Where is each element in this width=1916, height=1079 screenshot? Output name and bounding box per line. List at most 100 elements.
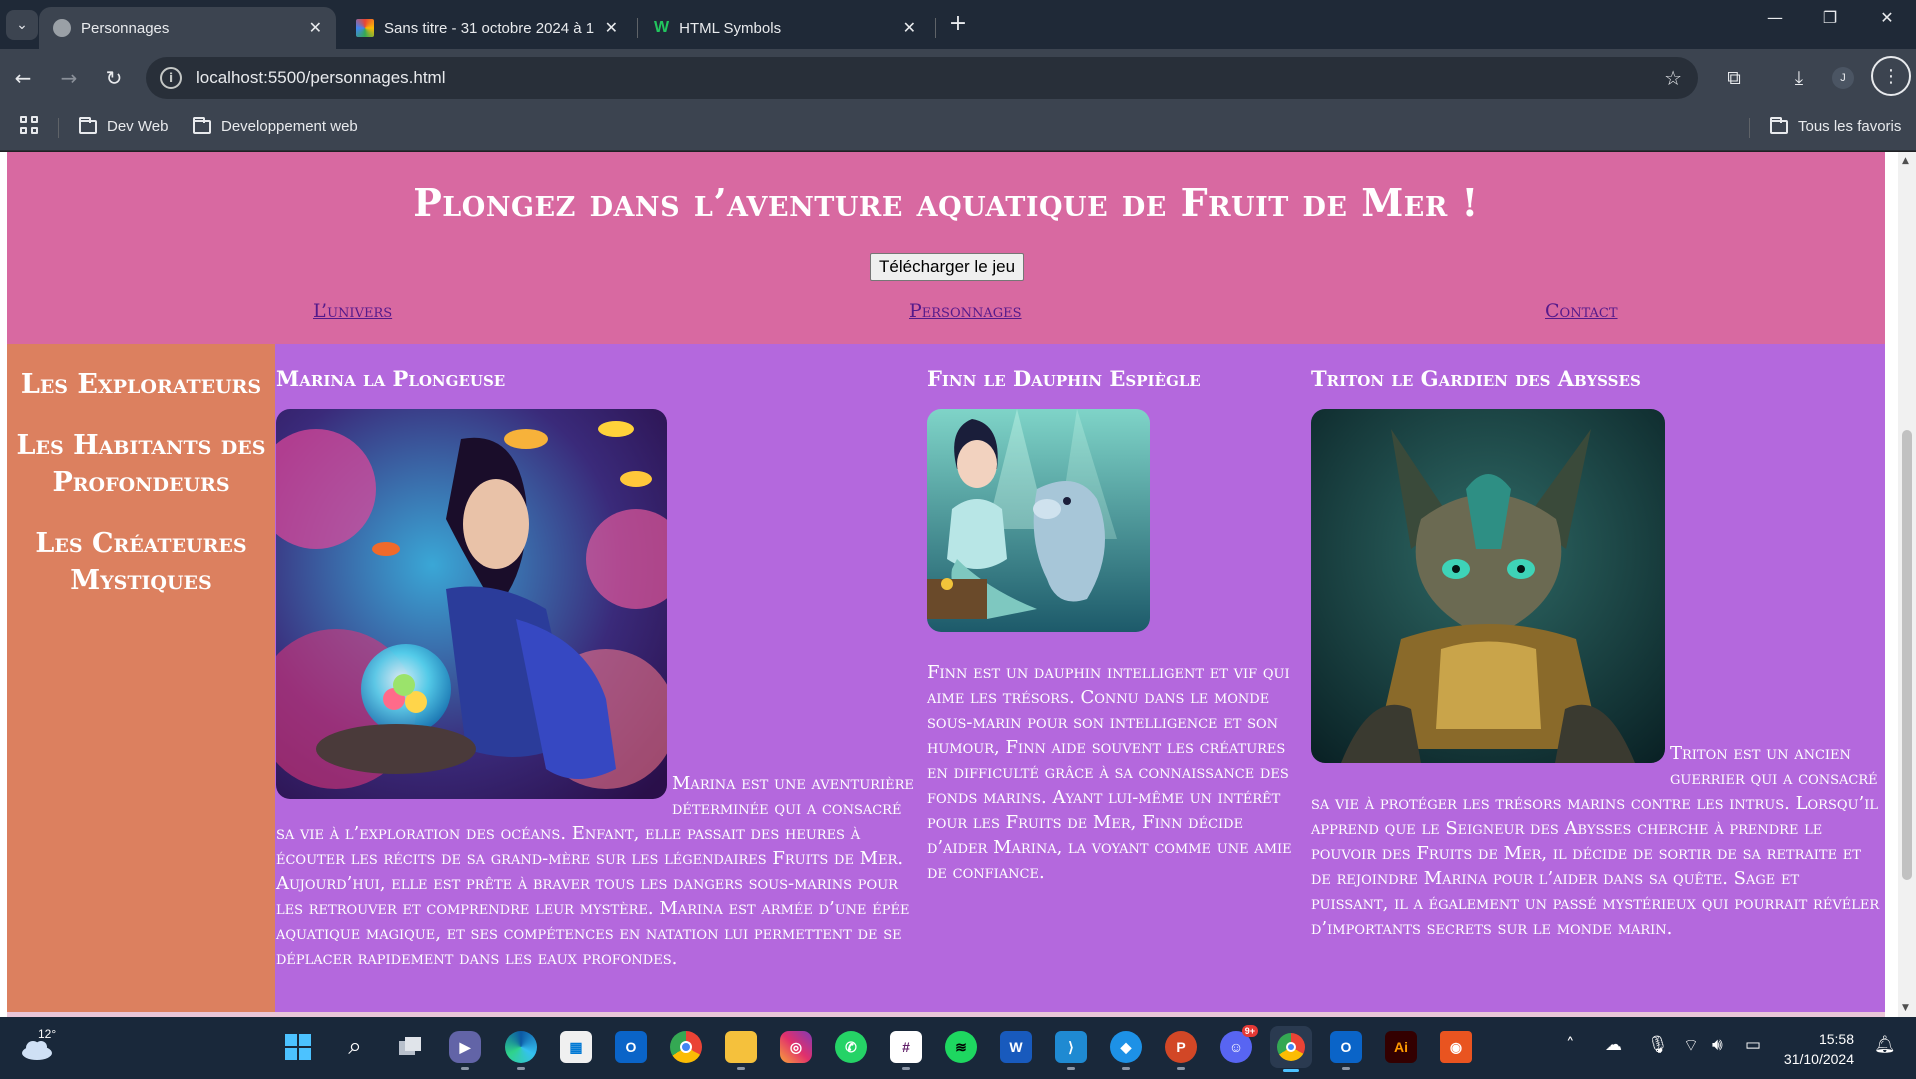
system-clock[interactable]: 15:58 31/10/2024 (1784, 1029, 1854, 1069)
site-info-icon[interactable]: i (160, 67, 182, 89)
tab-title: Sans titre - 31 octobre 2024 à 1 (384, 19, 595, 37)
temperature-text: 12° (38, 1027, 57, 1041)
page-scrollbar[interactable]: ▲ ▼ (1898, 152, 1916, 1017)
sidebar-link-habitants[interactable]: Les Habitants des Profondeurs (7, 427, 275, 501)
close-icon[interactable]: ✕ (903, 18, 916, 38)
characters-section: Marina la Plongeuse Marina est une avent… (275, 344, 1885, 1012)
extensions-icon[interactable]: ⧉ (1718, 62, 1750, 94)
download-game-button[interactable]: Télécharger le jeu (870, 253, 1025, 281)
character-card-triton: Triton le Gardien des Abysses Triton est… (1311, 344, 1881, 941)
vscode-icon[interactable]: ⟩ (1055, 1031, 1087, 1070)
sidebar: Les Explorateurs Les Habitants des Profo… (7, 344, 275, 1012)
volume-icon[interactable]: 🔊︎ (1712, 1035, 1723, 1055)
bookmark-label: Dev Web (107, 118, 169, 135)
bookmark-divider (58, 118, 59, 138)
tab-title: Personnages (81, 19, 170, 37)
docker-icon[interactable]: ◆ (1110, 1031, 1142, 1070)
bookmark-star-icon[interactable]: ☆ (1664, 66, 1682, 90)
nav-link-univers[interactable]: L’univers (313, 300, 392, 322)
chevron-up-icon[interactable]: ˄ (1566, 1035, 1575, 1055)
web-page: Plongez dans l’aventure aquatique de Fru… (7, 152, 1885, 1017)
teams-icon[interactable]: ▶ (449, 1031, 481, 1070)
windows-start-icon[interactable] (282, 1031, 314, 1063)
scroll-down-icon[interactable]: ▼ (1902, 1003, 1909, 1013)
bookmark-label: Tous les favoris (1798, 118, 1902, 135)
tab-html-symbols[interactable]: W HTML Symbols ✕ (640, 7, 930, 49)
character-description: Finn est un dauphin intelligent et vif q… (927, 662, 1292, 883)
all-bookmarks[interactable]: Tous les favoris (1770, 116, 1902, 135)
apps-grid-icon[interactable] (20, 116, 38, 134)
bookmark-developpement-web[interactable]: Developpement web (193, 116, 358, 135)
file-explorer-icon[interactable] (725, 1031, 757, 1070)
clock-date: 31/10/2024 (1783, 1051, 1854, 1067)
discord-icon[interactable]: ☺ 9+ (1220, 1025, 1258, 1063)
bookmark-dev-web[interactable]: Dev Web (79, 116, 169, 135)
profile-avatar[interactable]: J (1832, 67, 1854, 89)
windows-taskbar: 12° ⌕ ▶ ▦ O ◎ ✆ # ≋ W ⟩ ◆ P ☺ 9+ O Ai ◉ … (0, 1017, 1916, 1079)
instagram-icon[interactable]: ◎ (780, 1031, 812, 1063)
reload-icon: ↻ (105, 66, 123, 90)
site-header: Plongez dans l’aventure aquatique de Fru… (7, 152, 1885, 344)
back-button[interactable]: ← (7, 62, 39, 94)
bookmarks-bar: Dev Web Developpement web Tous les favor… (0, 107, 1916, 151)
spotify-icon[interactable]: ≋ (945, 1031, 977, 1063)
app-logo-icon (356, 19, 374, 37)
store-icon[interactable]: ▦ (560, 1031, 592, 1063)
nav-link-contact[interactable]: Contact (1545, 300, 1618, 322)
url-text[interactable]: localhost:5500/personnages.html (196, 68, 446, 88)
scrollbar-thumb[interactable] (1902, 430, 1912, 880)
finn-portrait-image (927, 409, 1150, 632)
arrow-right-icon: → (60, 66, 78, 90)
tab-personnages[interactable]: Personnages ✕ (39, 7, 336, 49)
folder-icon (193, 116, 211, 134)
new-tab-button[interactable]: + (945, 11, 971, 36)
more-vert-icon: ⋮ (1882, 65, 1900, 87)
tab-sans-titre[interactable]: Sans titre - 31 octobre 2024 à 1 ✕ (342, 7, 632, 49)
chrome-icon[interactable] (670, 1031, 702, 1063)
nav-link-personnages[interactable]: Personnages (909, 300, 1022, 322)
slack-icon[interactable]: # (890, 1031, 922, 1070)
bookmark-divider (1749, 118, 1750, 138)
character-name: Marina la Plongeuse (276, 366, 506, 391)
marina-illustration (276, 409, 667, 799)
tab-search-dropdown[interactable]: ⌄ (6, 10, 38, 40)
sidebar-link-explorateurs[interactable]: Les Explorateurs (7, 366, 275, 403)
restore-button[interactable]: ❐ (1810, 8, 1850, 27)
window-close-button[interactable]: ✕ (1867, 8, 1907, 27)
download-icon[interactable]: ⤓ (1783, 62, 1815, 94)
close-icon[interactable]: ✕ (605, 18, 618, 38)
battery-icon[interactable]: ▭ (1745, 1035, 1761, 1055)
sidebar-link-creatures[interactable]: Les Créateures Mystiques (7, 525, 275, 599)
close-icon[interactable]: ✕ (309, 18, 322, 38)
notification-bell-icon[interactable]: 🔔︎ (1874, 1035, 1896, 1055)
triton-portrait-image (1311, 409, 1665, 763)
word-icon[interactable]: W (1000, 1031, 1032, 1063)
bookmark-label: Developpement web (221, 118, 358, 135)
browser-menu-button[interactable]: ⋮ (1871, 56, 1911, 96)
microphone-icon[interactable]: 🎙︎ (1647, 1035, 1669, 1055)
w3-logo-icon: W (654, 19, 670, 36)
outlook-2-icon[interactable]: O (1330, 1031, 1362, 1070)
search-icon[interactable]: ⌕ (339, 1031, 371, 1063)
chrome-profile-icon[interactable] (1270, 1026, 1312, 1072)
onedrive-icon[interactable]: ☁ (1605, 1035, 1622, 1055)
ubuntu-icon[interactable]: ◉ (1440, 1031, 1472, 1063)
illustrator-icon[interactable]: Ai (1385, 1031, 1417, 1063)
outlook-icon[interactable]: O (615, 1031, 647, 1063)
finn-illustration (927, 409, 1150, 632)
address-bar[interactable]: i localhost:5500/personnages.html ☆ (146, 57, 1698, 99)
folder-icon (1770, 116, 1788, 134)
forward-button[interactable]: → (53, 62, 85, 94)
page-title: Plongez dans l’aventure aquatique de Fru… (413, 180, 1479, 225)
wifi-icon[interactable]: ⌔ (1683, 1035, 1699, 1056)
edge-icon[interactable] (505, 1031, 537, 1070)
reload-button[interactable]: ↻ (98, 62, 130, 94)
marina-portrait-image (276, 409, 667, 799)
browser-toolbar: ← → ↻ i localhost:5500/personnages.html … (0, 49, 1916, 107)
whatsapp-icon[interactable]: ✆ (835, 1031, 867, 1063)
task-view-icon[interactable] (394, 1031, 426, 1063)
weather-widget[interactable]: 12° (20, 1027, 56, 1063)
scroll-up-icon[interactable]: ▲ (1902, 156, 1909, 166)
minimize-button[interactable]: — (1755, 8, 1795, 27)
powerpoint-icon[interactable]: P (1165, 1031, 1197, 1070)
